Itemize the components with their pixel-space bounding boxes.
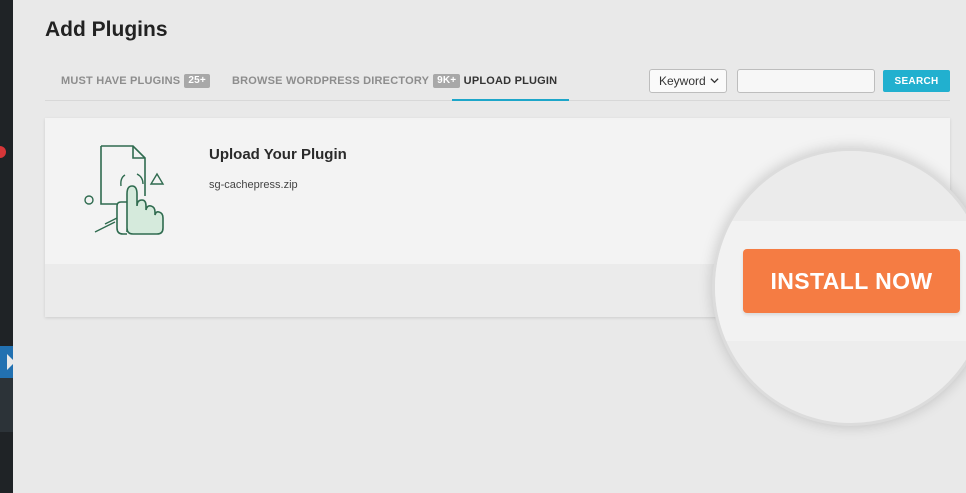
- search-type-select[interactable]: Keyword: [649, 69, 727, 93]
- admin-sidebar: [0, 0, 15, 493]
- tab-browse-directory[interactable]: BROWSE WORDPRESS DIRECTORY 9K+: [232, 62, 461, 100]
- tab-label: MUST HAVE PLUGINS: [61, 75, 181, 87]
- notification-dot: [0, 146, 6, 158]
- search-type-value: Keyword: [659, 74, 706, 88]
- tab-upload-plugin[interactable]: UPLOAD PLUGIN: [452, 62, 569, 101]
- tab-count-badge: 25+: [184, 74, 210, 88]
- hand-tap-document-icon: [84, 145, 165, 235]
- install-now-button[interactable]: INSTALL NOW: [743, 249, 960, 313]
- search-input[interactable]: [737, 69, 875, 93]
- chevron-down-icon: [710, 78, 719, 84]
- tab-must-have-plugins[interactable]: MUST HAVE PLUGINS 25+: [61, 62, 210, 100]
- sidebar-submenu: [0, 378, 13, 432]
- page-title: Add Plugins: [45, 18, 168, 41]
- selected-file-name: sg-cachepress.zip: [209, 179, 298, 191]
- tab-label: UPLOAD PLUGIN: [463, 74, 558, 87]
- tab-label: BROWSE WORDPRESS DIRECTORY: [232, 75, 430, 87]
- upload-title: Upload Your Plugin: [209, 146, 347, 163]
- magnified-card-area: [715, 151, 966, 221]
- zoom-magnifier: INSTALL NOW: [712, 148, 966, 426]
- sidebar-active-arrow: [7, 354, 15, 370]
- search-button[interactable]: SEARCH: [883, 70, 950, 92]
